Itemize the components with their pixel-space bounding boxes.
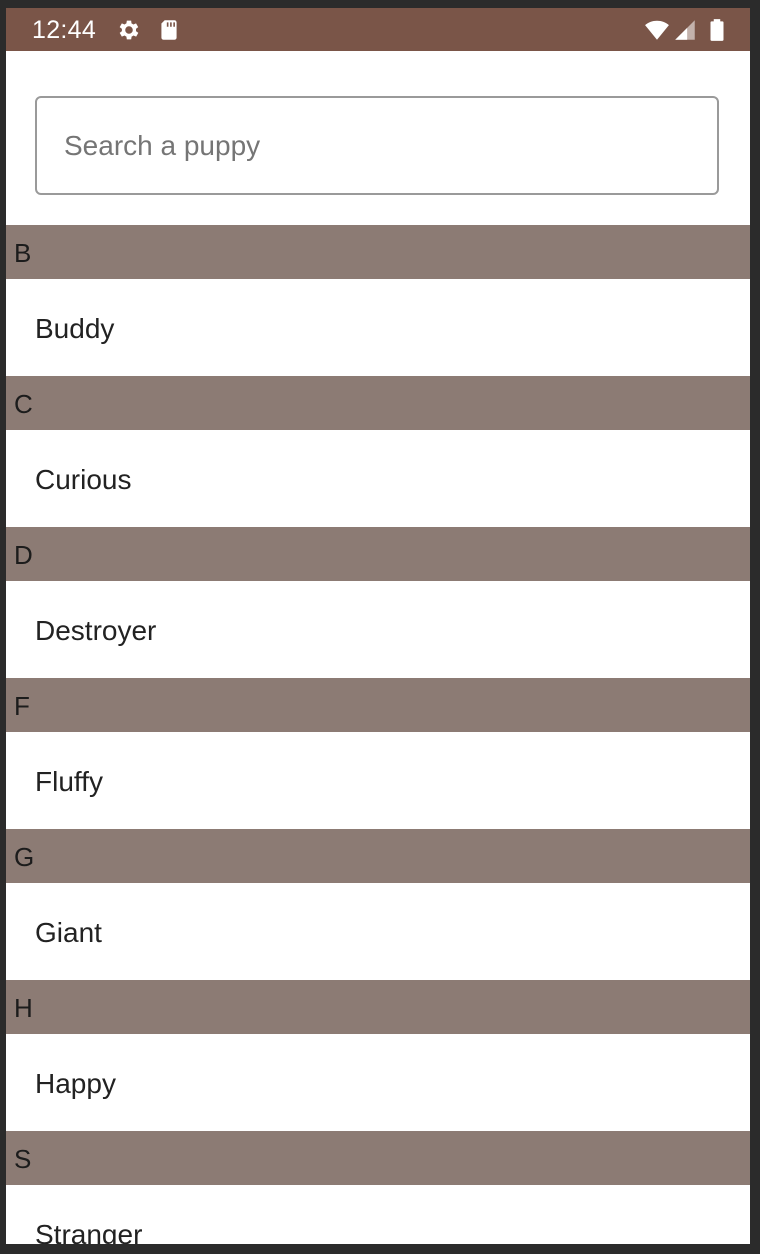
section-header-b: B [6, 225, 750, 279]
settings-gear-icon [116, 17, 142, 43]
status-bar: 12:44 [6, 8, 750, 51]
search-container [6, 51, 750, 225]
app-screen: 12:44 B Buddy C Curious D Destroyer F Fl… [6, 8, 750, 1244]
list-item[interactable]: Buddy [6, 279, 750, 376]
list-item[interactable]: Fluffy [6, 732, 750, 829]
cell-signal-icon [672, 17, 698, 43]
list-item[interactable]: Happy [6, 1034, 750, 1131]
section-header-d: D [6, 527, 750, 581]
search-input[interactable] [35, 96, 719, 195]
list-item[interactable]: Giant [6, 883, 750, 980]
section-header-g: G [6, 829, 750, 883]
list-item[interactable]: Stranger [6, 1185, 750, 1244]
section-header-f: F [6, 678, 750, 732]
wifi-icon [642, 17, 672, 43]
sd-card-icon [156, 17, 182, 43]
status-time: 12:44 [32, 16, 97, 44]
list-item[interactable]: Curious [6, 430, 750, 527]
section-header-s: S [6, 1131, 750, 1185]
list-item[interactable]: Destroyer [6, 581, 750, 678]
battery-icon [704, 17, 730, 43]
section-header-c: C [6, 376, 750, 430]
section-header-h: H [6, 980, 750, 1034]
puppy-list[interactable]: B Buddy C Curious D Destroyer F Fluffy G… [6, 225, 750, 1244]
